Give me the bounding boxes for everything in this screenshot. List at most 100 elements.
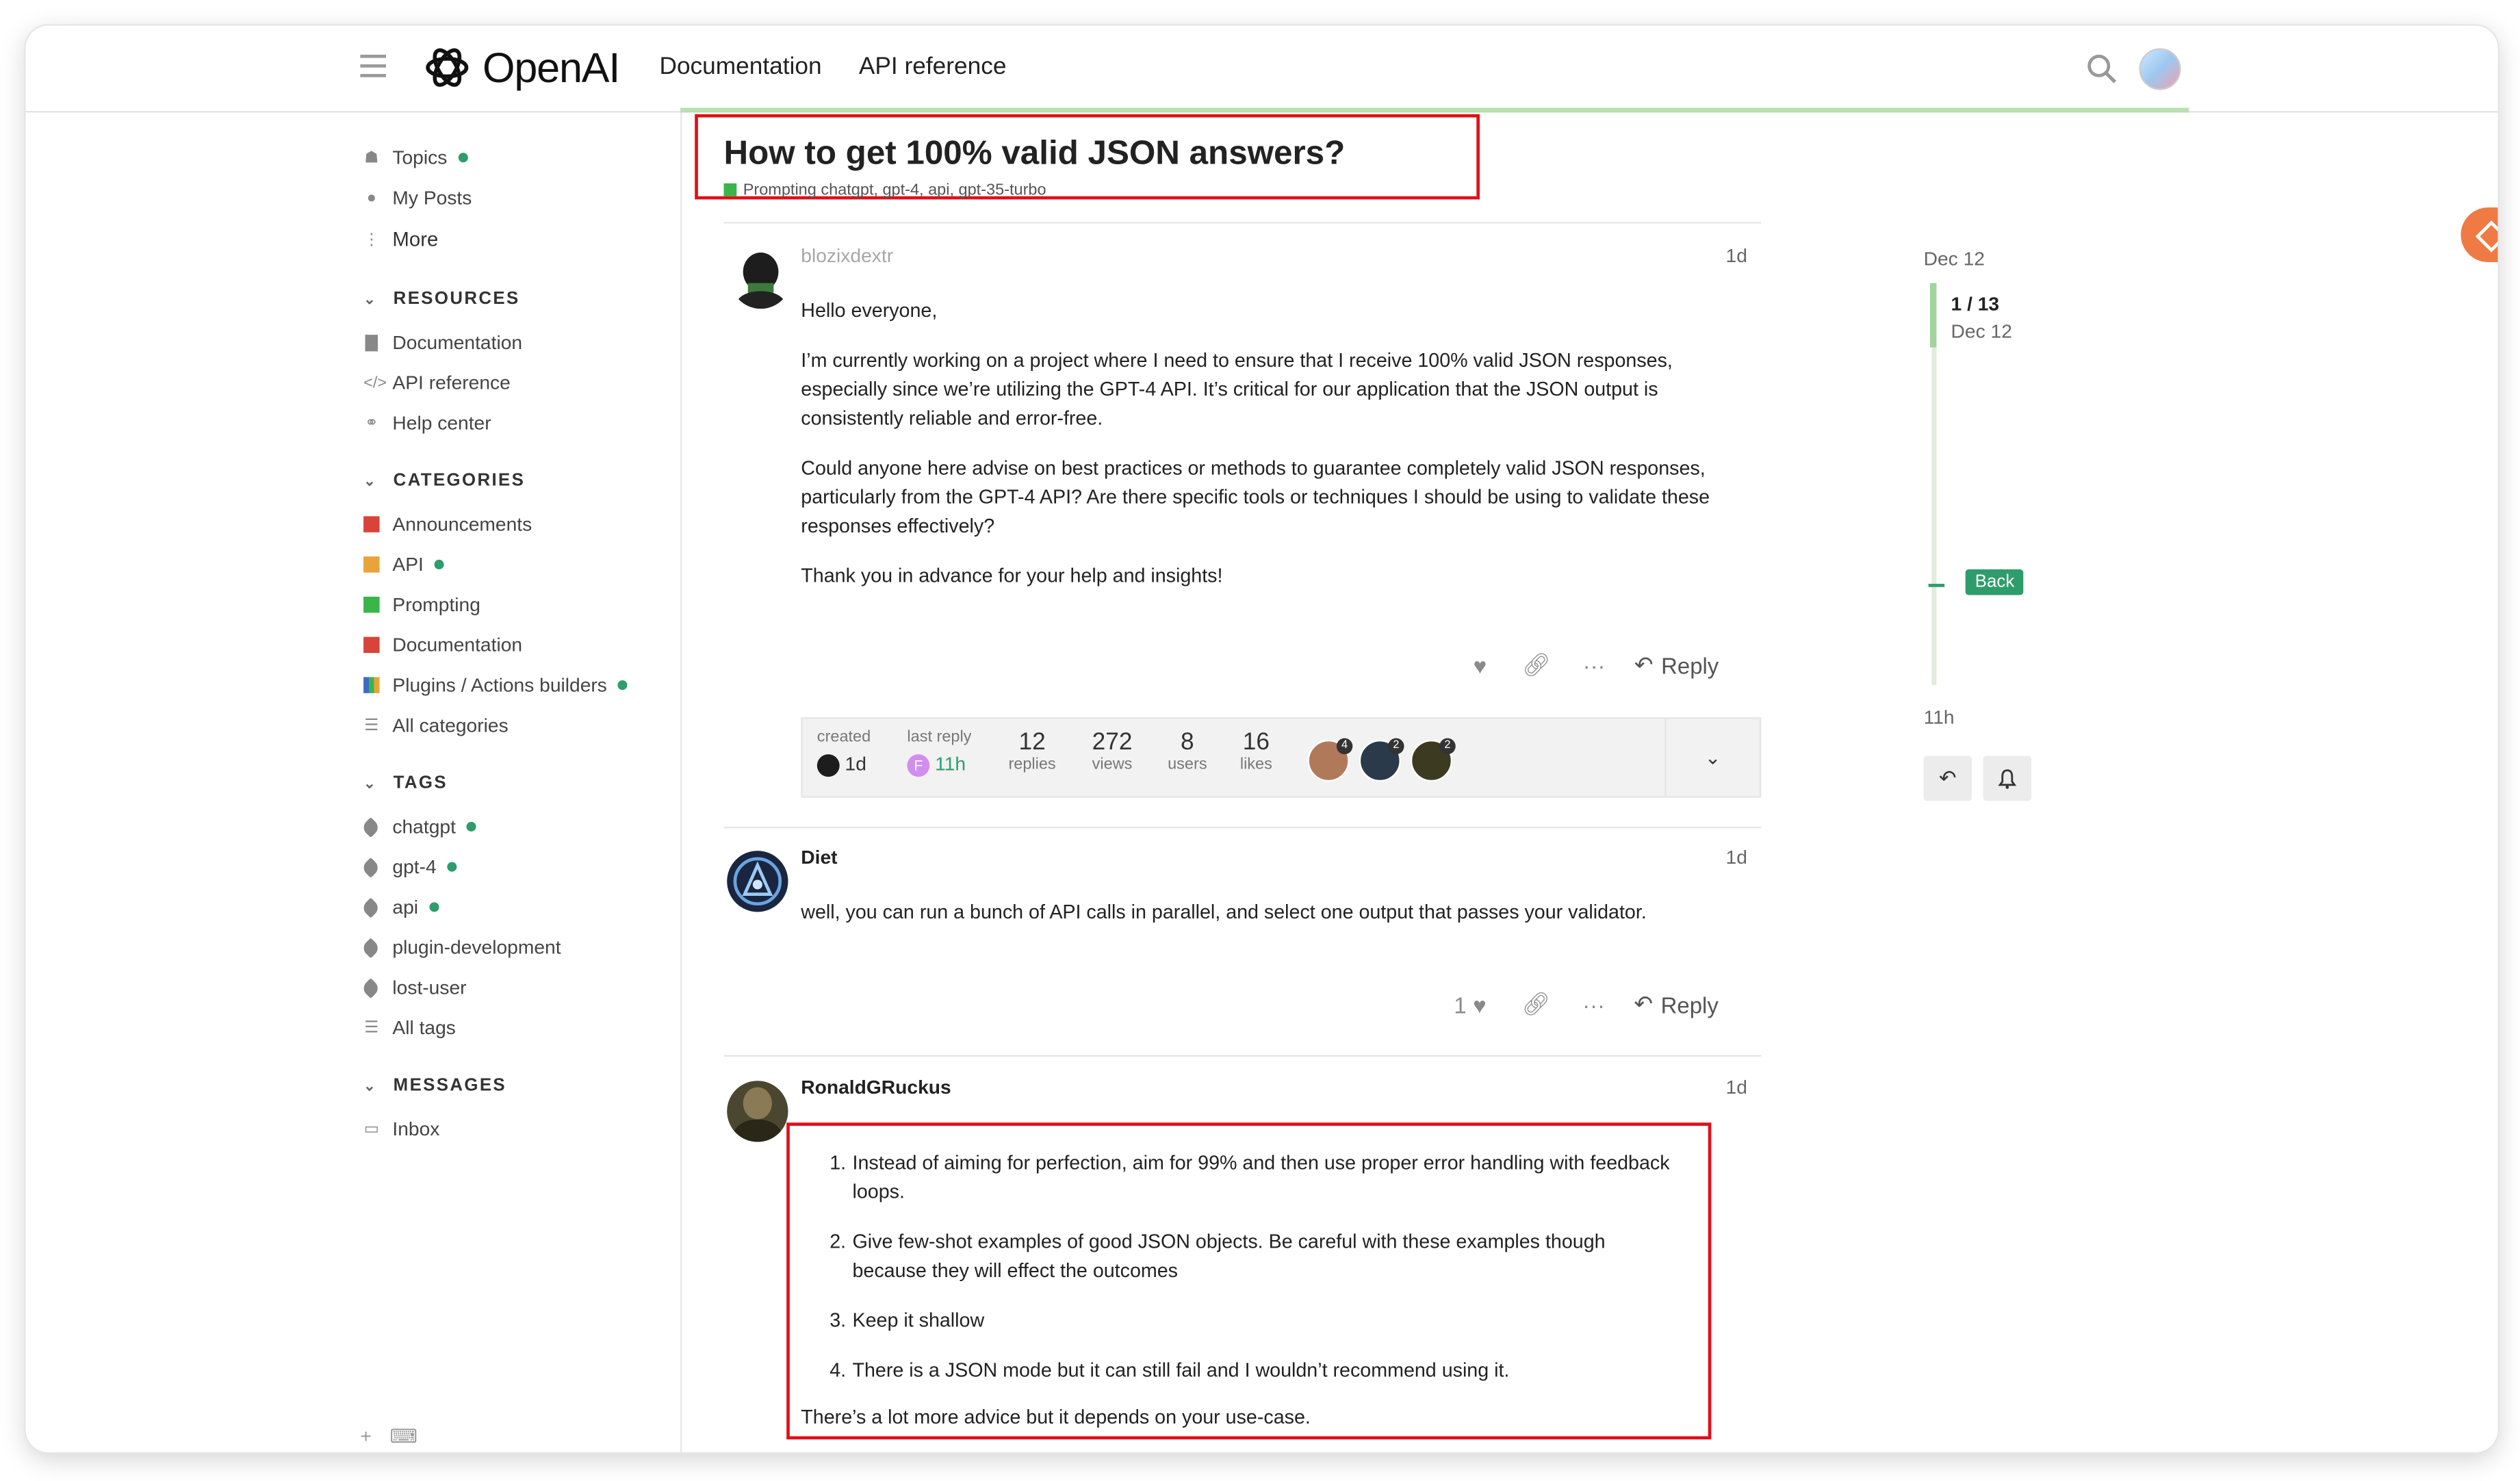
reply-button[interactable]: ↶ Reply xyxy=(1634,991,1718,1018)
topic-title[interactable]: How to get 100% valid JSON answers? xyxy=(724,135,1346,173)
timeline-end-date[interactable]: 11h xyxy=(1924,706,1955,729)
post-count-badge: 2 xyxy=(1388,738,1404,755)
sidebar-item-my-posts[interactable]: ● My Posts xyxy=(363,185,472,211)
chevron-down-icon: ⌄ xyxy=(363,774,378,791)
tag-icon xyxy=(360,977,381,998)
unread-dot xyxy=(435,559,445,569)
created-info[interactable]: created 1d xyxy=(817,729,871,777)
tag-icon xyxy=(360,856,381,877)
last-reply-info[interactable]: last reply F 11h xyxy=(907,729,971,777)
stat-number: 272 xyxy=(1092,728,1133,756)
stat-label: likes xyxy=(1239,756,1272,774)
categories-section-header[interactable]: ⌄ CATEGORIES xyxy=(363,472,525,491)
topic-map: created 1d last reply F 11h 12 replies 2… xyxy=(801,717,1762,798)
sidebar-item-all-tags[interactable]: ☰ All tags xyxy=(363,1015,456,1041)
keyboard-icon[interactable]: ⌨ xyxy=(390,1425,418,1447)
like-heart-icon[interactable]: ♥ xyxy=(1474,652,1487,678)
post-count-badge: 2 xyxy=(1439,738,1456,755)
timeline-start-date[interactable]: Dec 12 xyxy=(1924,248,1985,270)
sidebar-item-tag-lost-user[interactable]: lost-user xyxy=(360,975,467,1001)
more-options-icon[interactable]: ··· xyxy=(1583,652,1606,678)
divider xyxy=(723,222,1762,224)
sidebar-item-announcements[interactable]: Announcements xyxy=(363,511,532,537)
notification-bell-button[interactable] xyxy=(1983,756,2032,801)
add-icon[interactable]: + xyxy=(360,1425,371,1447)
post-username[interactable]: blozixdextr xyxy=(801,244,893,267)
timeline-count: 1 / 13 xyxy=(1951,292,2000,315)
sidebar-item-documentation[interactable]: ▇ Documentation xyxy=(363,330,522,356)
copy-link-icon[interactable]: 🔗︎ xyxy=(1521,991,1550,1018)
resources-section-header[interactable]: ⌄ RESOURCES xyxy=(363,289,520,309)
chevron-down-icon: ⌄ xyxy=(363,1077,378,1093)
sidebar-item-tag-gpt4[interactable]: gpt-4 xyxy=(360,854,458,880)
topics-icon: ☗ xyxy=(364,149,379,167)
list-item: 1. Instead of aiming for perfection, aim … xyxy=(823,1148,1676,1207)
sidebar-item-plugins[interactable]: Plugins / Actions builders xyxy=(363,672,628,698)
sidebar-item-label: Announcements xyxy=(392,513,532,536)
sidebar-item-api[interactable]: API xyxy=(363,552,445,578)
expand-topic-map-button[interactable]: ⌄ xyxy=(1664,719,1760,797)
copy-link-icon[interactable]: 🔗︎ xyxy=(1522,652,1551,679)
more-options-icon[interactable]: ··· xyxy=(1582,992,1605,1018)
post-closing: There’s a lot more advice but it depends… xyxy=(801,1405,1311,1428)
post-paragraph: Hello everyone, xyxy=(801,299,938,322)
sidebar: ☗ Topics ● My Posts ⋮ More ⌄ RESOURCES ▇… xyxy=(26,112,682,1453)
topic-tags-text[interactable]: Prompting chatgpt, gpt-4, api, gpt-35-tu… xyxy=(743,181,1046,198)
nav-documentation-link[interactable]: Documentation xyxy=(659,53,821,81)
sidebar-item-topics[interactable]: ☗ Topics xyxy=(363,144,468,170)
search-icon[interactable] xyxy=(2086,53,2118,94)
stat-label: views xyxy=(1092,756,1133,774)
messages-section-header[interactable]: ⌄ MESSAGES xyxy=(363,1076,506,1095)
timeline-count-date: Dec 12 xyxy=(1951,320,2012,343)
user-avatar[interactable] xyxy=(2139,48,2181,90)
section-heading: MESSAGES xyxy=(393,1076,507,1096)
topic-reply-button[interactable]: ↶ xyxy=(1923,756,1972,801)
avatar[interactable] xyxy=(730,247,792,309)
sidebar-item-more[interactable]: ⋮ More xyxy=(363,227,438,253)
sidebar-item-label: api xyxy=(392,895,419,918)
like-heart-icon: ♥ xyxy=(1473,991,1487,1018)
sidebar-item-tag-chatgpt[interactable]: chatgpt xyxy=(360,814,477,840)
list-icon: ☰ xyxy=(364,1018,379,1037)
nav-api-reference-link[interactable]: API reference xyxy=(859,53,1007,81)
sidebar-item-help-center[interactable]: ⚭ Help center xyxy=(363,410,491,436)
post-date[interactable]: 1d xyxy=(1726,1076,1747,1098)
sidebar-item-tag-plugin-development[interactable]: plugin-development xyxy=(360,934,561,960)
openai-logo[interactable]: OpenAI xyxy=(422,38,620,96)
hamburger-menu-button[interactable] xyxy=(360,54,386,77)
sidebar-item-label: gpt-4 xyxy=(392,855,437,879)
assistant-floating-tab[interactable] xyxy=(2460,207,2498,263)
last-reply-label: last reply xyxy=(907,728,972,747)
sidebar-item-prompting[interactable]: Prompting xyxy=(363,592,480,618)
post-date[interactable]: 1d xyxy=(1726,846,1747,868)
timeline-scroll-handle[interactable] xyxy=(1930,283,1937,348)
sidebar-item-inbox[interactable]: ▭ Inbox xyxy=(363,1116,440,1142)
tags-section-header[interactable]: ⌄ TAGS xyxy=(363,773,448,793)
post-actions: ♥ 🔗︎ ··· ↶ Reply xyxy=(1474,652,1719,679)
sidebar-item-label: API xyxy=(392,553,424,576)
sidebar-item-label: API reference xyxy=(392,371,511,394)
sidebar-item-label: Plugins / Actions builders xyxy=(392,673,607,697)
link-icon: ⚭ xyxy=(364,414,378,432)
like-button[interactable]: 1 ♥ xyxy=(1454,992,1486,1018)
post-paragraph: well, you can run a bunch of API calls i… xyxy=(801,901,1647,923)
stat-number: 12 xyxy=(1018,728,1046,756)
tag-icon xyxy=(360,816,381,837)
category-color-square xyxy=(363,677,380,693)
post-username[interactable]: RonaldGRuckus xyxy=(801,1076,951,1098)
reply-arrow-icon: ↶ xyxy=(1634,990,1653,1017)
sidebar-item-all-categories[interactable]: ☰ All categories xyxy=(363,712,508,738)
sidebar-item-documentation-category[interactable]: Documentation xyxy=(363,632,522,658)
tag-icon xyxy=(360,937,381,958)
sidebar-item-tag-api[interactable]: api xyxy=(360,894,439,920)
post-username[interactable]: Diet xyxy=(801,846,837,868)
avatar[interactable] xyxy=(727,851,788,912)
reply-button[interactable]: ↶ Reply xyxy=(1634,652,1719,679)
stat-number: 8 xyxy=(1181,728,1194,756)
chevron-down-icon: ⌄ xyxy=(363,472,378,489)
post-date[interactable]: 1d xyxy=(1726,244,1747,267)
avatar[interactable] xyxy=(727,1081,788,1142)
sidebar-item-api-reference[interactable]: </> API reference xyxy=(363,370,511,396)
timeline-back-button[interactable]: Back xyxy=(1965,569,2024,595)
stat-replies: 12 replies xyxy=(1008,729,1055,774)
